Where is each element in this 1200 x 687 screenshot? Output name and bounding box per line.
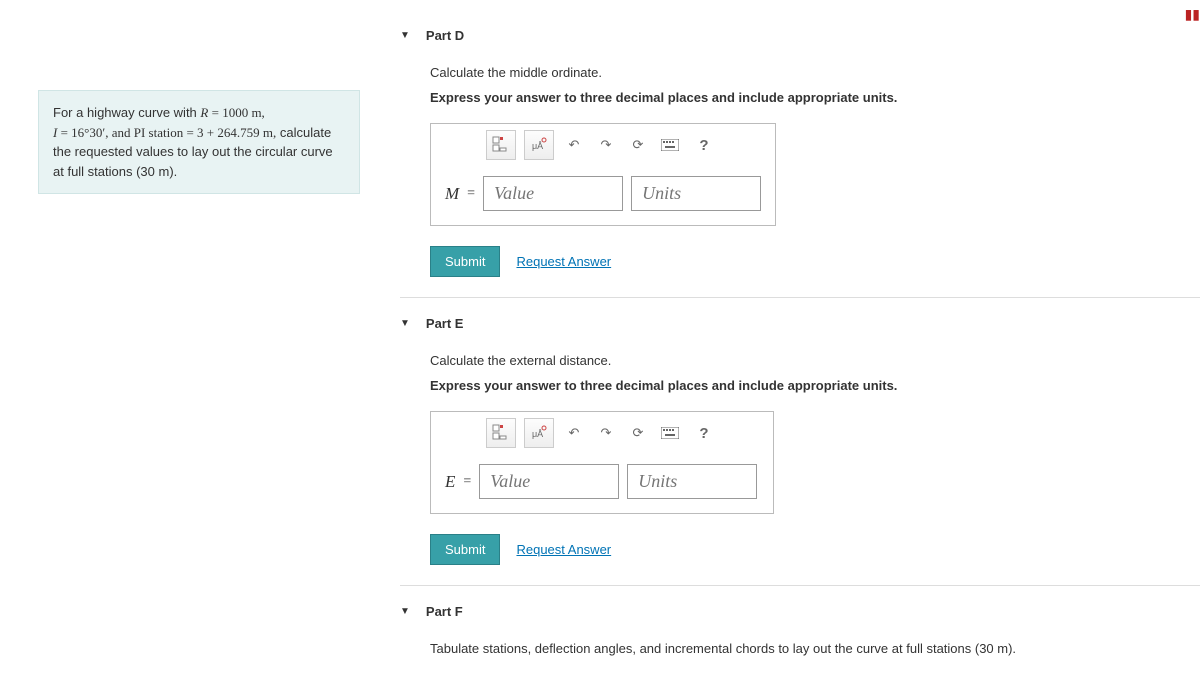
part-d-prompt: Calculate the middle ordinate. (430, 65, 1200, 80)
part-e-prompt: Calculate the external distance. (430, 353, 1200, 368)
part-f-header[interactable]: ▼ Part F (400, 604, 1200, 619)
redo-icon[interactable]: ↷ (594, 132, 618, 158)
reset-icon[interactable]: ⟳ (626, 132, 650, 158)
left-panel: For a highway curve with R = 1000 m, I =… (0, 0, 380, 670)
units-button[interactable]: μÅ (524, 418, 554, 448)
help-icon[interactable]: ? (690, 420, 718, 446)
var-label-d: M (445, 184, 459, 204)
answer-box-d: μÅ ↶ ↷ ⟳ ? M = (430, 123, 776, 226)
part-e-title: Part E (426, 316, 464, 331)
chevron-down-icon: ▼ (400, 30, 410, 41)
answer-box-e: μÅ ↶ ↷ ⟳ ? E = (430, 411, 774, 514)
units-button[interactable]: μÅ (524, 130, 554, 160)
right-panel: ▼ Part D Calculate the middle ordinate. … (380, 0, 1200, 670)
submit-button-e[interactable]: Submit (430, 534, 500, 565)
part-f-prompt: Tabulate stations, deflection angles, an… (430, 641, 1200, 656)
value-input-d[interactable] (483, 176, 623, 211)
problem-eq2: = 16°30′, and PI station = 3 + 264.759 m… (57, 125, 276, 140)
part-f: ▼ Part F Tabulate stations, deflection a… (400, 586, 1200, 670)
keyboard-icon[interactable] (658, 132, 682, 158)
undo-icon[interactable]: ↶ (562, 132, 586, 158)
part-e-body: Calculate the external distance. Express… (400, 353, 1200, 565)
svg-text:μÅ: μÅ (532, 429, 543, 439)
problem-statement: For a highway curve with R = 1000 m, I =… (38, 90, 360, 194)
units-input-d[interactable] (631, 176, 761, 211)
part-e-header[interactable]: ▼ Part E (400, 316, 1200, 331)
flag-icon[interactable]: ▮▮ (1185, 6, 1200, 23)
part-e-hint: Express your answer to three decimal pla… (430, 378, 1200, 393)
submit-button-d[interactable]: Submit (430, 246, 500, 277)
undo-icon[interactable]: ↶ (562, 420, 586, 446)
equals-e: = (463, 474, 471, 490)
keyboard-icon[interactable] (658, 420, 682, 446)
problem-eq1: = 1000 m, (208, 105, 264, 120)
help-icon[interactable]: ? (690, 132, 718, 158)
redo-icon[interactable]: ↷ (594, 420, 618, 446)
equals-d: = (467, 186, 475, 202)
reset-icon[interactable]: ⟳ (626, 420, 650, 446)
problem-text: For a highway curve with (53, 105, 200, 120)
toolbar-e: μÅ ↶ ↷ ⟳ ? (431, 412, 773, 454)
part-e: ▼ Part E Calculate the external distance… (400, 298, 1200, 586)
part-f-title: Part F (426, 604, 463, 619)
actions-d: Submit Request Answer (430, 246, 1200, 277)
var-label-e: E (445, 472, 455, 492)
part-d-hint: Express your answer to three decimal pla… (430, 90, 1200, 105)
template-button[interactable] (486, 418, 516, 448)
equation-row-d: M = (431, 166, 775, 225)
page-container: For a highway curve with R = 1000 m, I =… (0, 0, 1200, 670)
toolbar-d: μÅ ↶ ↷ ⟳ ? (431, 124, 775, 166)
part-f-body: Tabulate stations, deflection angles, an… (400, 641, 1200, 656)
template-button[interactable] (486, 130, 516, 160)
part-d-title: Part D (426, 28, 464, 43)
actions-e: Submit Request Answer (430, 534, 1200, 565)
chevron-down-icon: ▼ (400, 318, 410, 329)
request-answer-e[interactable]: Request Answer (516, 542, 611, 557)
equation-row-e: E = (431, 454, 773, 513)
chevron-down-icon: ▼ (400, 606, 410, 617)
part-d-body: Calculate the middle ordinate. Express y… (400, 65, 1200, 277)
part-d-header[interactable]: ▼ Part D (400, 28, 1200, 43)
units-input-e[interactable] (627, 464, 757, 499)
part-d: ▼ Part D Calculate the middle ordinate. … (400, 10, 1200, 298)
value-input-e[interactable] (479, 464, 619, 499)
svg-text:μÅ: μÅ (532, 141, 543, 151)
request-answer-d[interactable]: Request Answer (516, 254, 611, 269)
